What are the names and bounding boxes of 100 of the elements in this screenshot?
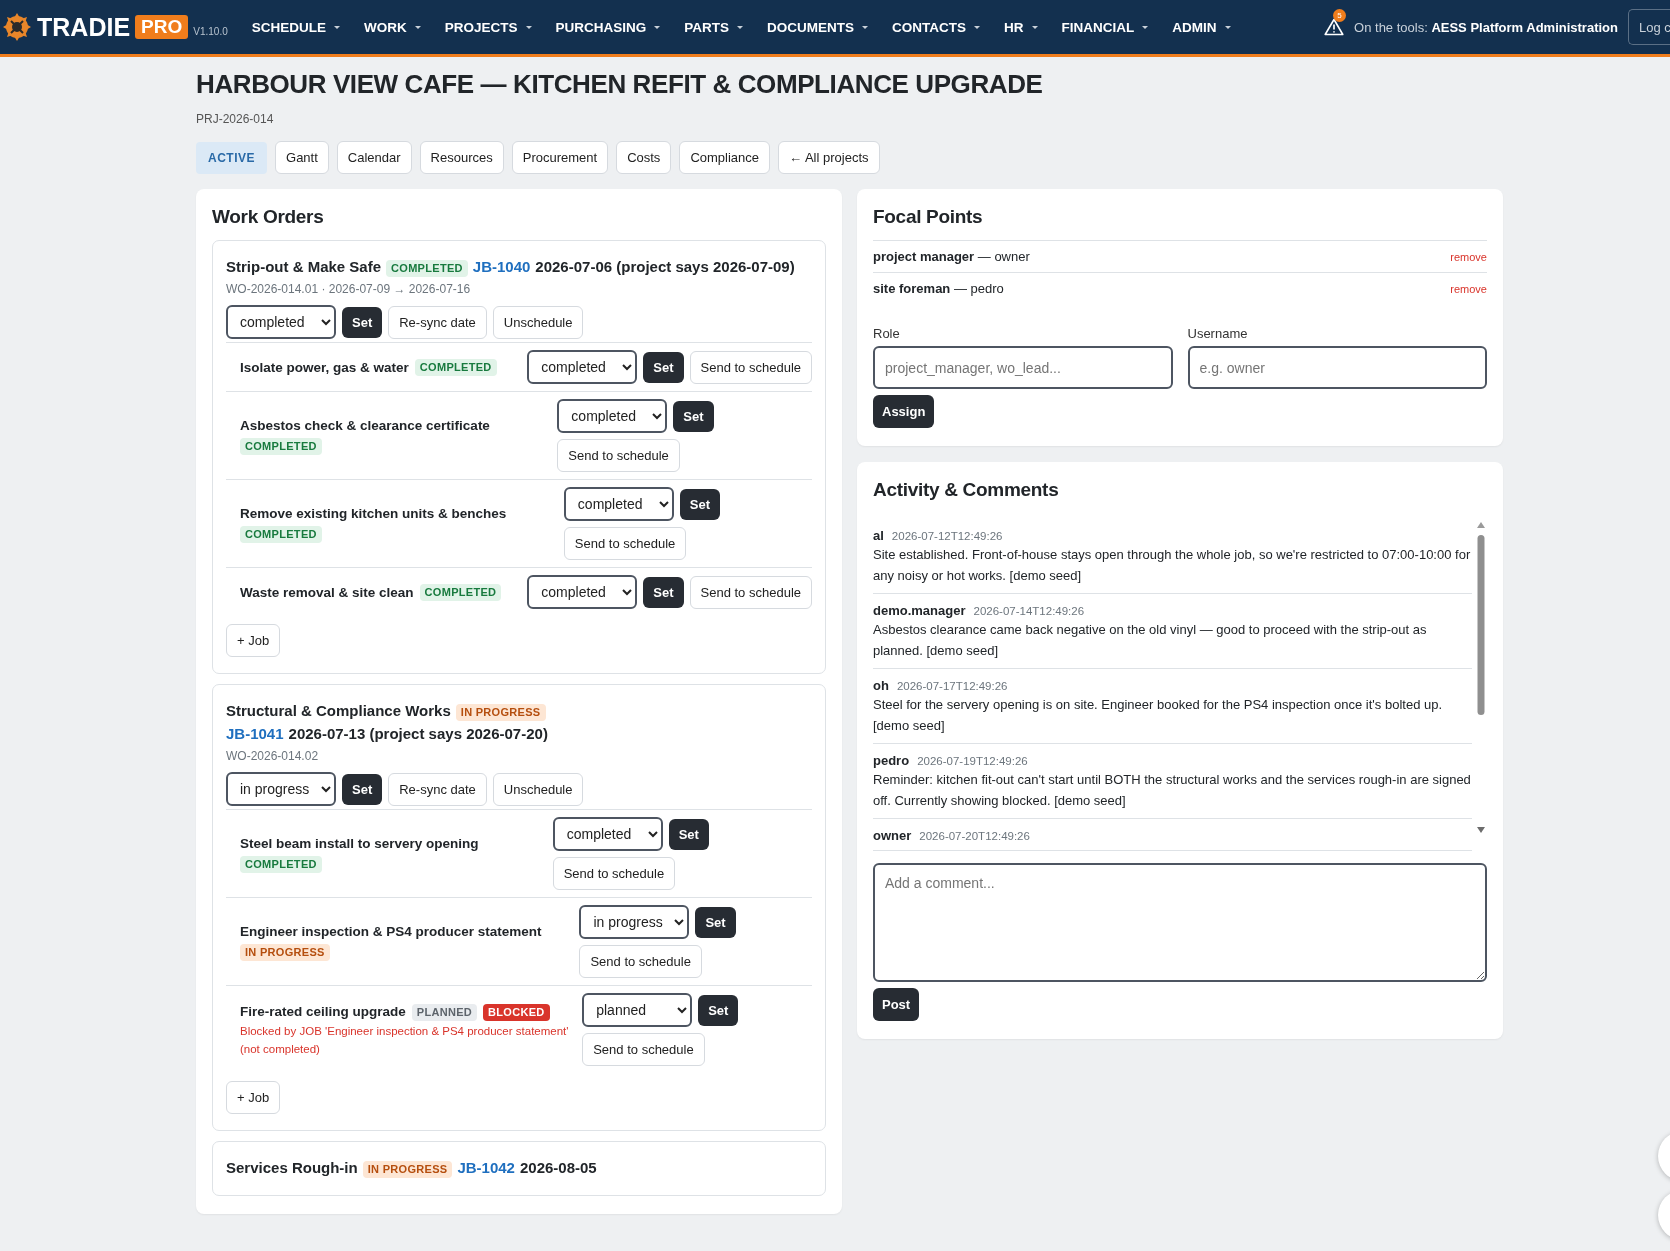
status-label: PLANNED xyxy=(411,1003,478,1021)
add-job-button[interactable]: + Job xyxy=(226,624,281,657)
comment-time: 2026-07-20T12:49:26 xyxy=(919,830,1030,842)
plan-badge: PRO xyxy=(135,15,189,39)
status-label: COMPLETED xyxy=(414,359,497,377)
job-link[interactable]: JB-1042 xyxy=(457,1159,515,1176)
status-label: IN PROGRESS xyxy=(455,703,546,721)
card-title: Work Orders xyxy=(212,206,325,228)
unschedule-button[interactable]: Unschedule xyxy=(492,772,584,806)
tab-button[interactable]: ← All projects xyxy=(778,141,880,174)
status-label: COMPLETED xyxy=(386,259,468,277)
status-select[interactable]: in progress xyxy=(579,905,690,939)
menu-item[interactable]: DOCUMENTS xyxy=(767,19,869,35)
set-button[interactable]: Set xyxy=(668,818,709,850)
work-order-title: Structural & Compliance Works xyxy=(226,702,451,719)
tab-button[interactable]: Costs xyxy=(616,141,672,174)
status-label: COMPLETED xyxy=(240,856,322,874)
card-title: Activity & Comments xyxy=(873,479,1060,501)
job-link[interactable]: JB-1041 xyxy=(226,725,284,742)
assign-button[interactable]: Assign xyxy=(873,395,935,428)
post-button[interactable]: Post xyxy=(873,988,920,1021)
set-button[interactable]: Set xyxy=(695,906,736,938)
status-label: COMPLETED xyxy=(240,526,322,544)
menu-item[interactable]: WORK xyxy=(364,19,421,35)
status-label: IN PROGRESS xyxy=(240,944,330,962)
job-title: Asbestos check & clearance certificate xyxy=(240,417,490,433)
work-order-meta: WO-2026-014.02 xyxy=(226,749,320,763)
job-title: Fire-rated ceiling upgrade xyxy=(240,1004,406,1019)
job-title: Steel beam install to servery opening xyxy=(240,835,479,851)
tab-button[interactable]: Resources xyxy=(419,141,504,174)
comment-text: Asbestos clearance came back negative on the old vinyl — good to proceed with the strip-out as planned. [demo seed] xyxy=(873,621,1428,660)
job-title: Waste removal & site clean xyxy=(240,584,414,600)
status-select[interactable]: completed xyxy=(563,487,674,521)
comment-author: oh xyxy=(873,678,889,693)
focal-point-text: project manager — owner xyxy=(873,249,1030,264)
warning-icon[interactable] xyxy=(1324,18,1345,36)
date-note: 2026-07-06 (project says 2026-07-09) xyxy=(535,258,795,275)
field-label: Role xyxy=(873,326,901,341)
tab-button[interactable]: Gantt xyxy=(275,141,329,174)
set-button[interactable]: Set xyxy=(673,400,714,432)
set-button[interactable]: Set xyxy=(643,576,684,608)
menu-item[interactable]: PARTS xyxy=(684,19,744,35)
work-order-meta: WO-2026-014.01 · 2026-07-09 → 2026-07-16 xyxy=(226,282,472,296)
tab-button[interactable]: Procurement xyxy=(511,141,609,174)
comment-text: Steel for the servery opening is on site. Engineer booked for the PS4 inspection once it's bolted up. [demo seed] xyxy=(873,696,1444,735)
comment-time: 2026-07-12T12:49:26 xyxy=(891,530,1003,542)
notification-badge: 5 xyxy=(1333,9,1347,22)
status-select[interactable]: completed xyxy=(226,305,336,339)
username-input[interactable]: e.g. owner xyxy=(1187,346,1487,389)
menu-item[interactable]: PURCHASING xyxy=(555,19,661,35)
set-button[interactable]: Set xyxy=(643,351,684,383)
status-label: COMPLETED xyxy=(240,438,322,456)
brand-name[interactable]: TRADIE xyxy=(37,12,131,42)
remove-link[interactable]: remove xyxy=(1450,250,1487,263)
add-job-button[interactable]: + Job xyxy=(226,1081,281,1114)
set-button[interactable]: Set xyxy=(342,306,383,338)
project-code: PRJ-2026-014 xyxy=(196,112,275,126)
blocked-note: Blocked by JOB 'Engineer inspection & PS4 producer statement' (not completed) xyxy=(240,1024,570,1057)
resync-button[interactable]: Re-sync date xyxy=(388,305,487,339)
job-title: Isolate power, gas & water xyxy=(240,359,409,375)
status-select[interactable]: in progress xyxy=(226,772,336,806)
date-note: 2026-07-13 (project says 2026-07-20) xyxy=(288,725,548,742)
job-link[interactable]: JB-1040 xyxy=(472,258,531,275)
status-label: BLOCKED xyxy=(483,1003,550,1021)
logout-button[interactable]: Log c xyxy=(1628,9,1670,45)
send-to-schedule-button[interactable]: Send to schedule xyxy=(563,527,687,560)
resync-button[interactable]: Re-sync date xyxy=(388,772,487,806)
send-to-schedule-button[interactable]: Send to schedule xyxy=(689,575,812,609)
menu-item[interactable]: HR xyxy=(1004,19,1038,35)
comment-time: 2026-07-17T12:49:26 xyxy=(896,680,1008,692)
send-to-schedule-button[interactable]: Send to schedule xyxy=(557,439,680,472)
set-button[interactable]: Set xyxy=(342,773,383,805)
role-input[interactable]: project_manager, wo_lead... xyxy=(873,346,1173,389)
set-button[interactable]: Set xyxy=(679,488,721,520)
tab-button[interactable]: Calendar xyxy=(336,141,412,174)
status-select[interactable]: planned xyxy=(582,993,693,1027)
send-to-schedule-button[interactable]: Send to schedule xyxy=(689,350,812,384)
job-title: Remove existing kitchen units & benches xyxy=(240,505,507,521)
send-to-schedule-button[interactable]: Send to schedule xyxy=(579,945,702,978)
status-select[interactable]: completed xyxy=(552,817,663,851)
send-to-schedule-button[interactable]: Send to schedule xyxy=(582,1033,705,1066)
status-select[interactable]: completed xyxy=(527,350,638,384)
tab-button[interactable]: Compliance xyxy=(679,141,771,174)
comment-input[interactable]: Add a comment... xyxy=(873,863,1487,982)
send-to-schedule-button[interactable]: Send to schedule xyxy=(552,857,676,890)
set-button[interactable]: Set xyxy=(698,994,739,1026)
comment-time: 2026-07-19T12:49:26 xyxy=(917,755,1028,767)
menu-item[interactable]: ADMIN xyxy=(1172,19,1231,35)
menu-item[interactable]: PROJECTS xyxy=(444,19,532,35)
unschedule-button[interactable]: Unschedule xyxy=(492,305,584,339)
comment-author: pedro xyxy=(873,753,910,768)
menu-item[interactable]: CONTACTS xyxy=(892,19,981,35)
date-note: 2026-08-05 xyxy=(519,1159,597,1176)
menu-item[interactable]: FINANCIAL xyxy=(1061,19,1149,35)
remove-link[interactable]: remove xyxy=(1450,282,1487,295)
gear-icon xyxy=(2,12,32,42)
menu-item[interactable]: SCHEDULE xyxy=(251,19,340,35)
status-select[interactable]: completed xyxy=(557,399,668,433)
status-select[interactable]: completed xyxy=(527,575,638,609)
comment-author: al xyxy=(873,528,884,543)
